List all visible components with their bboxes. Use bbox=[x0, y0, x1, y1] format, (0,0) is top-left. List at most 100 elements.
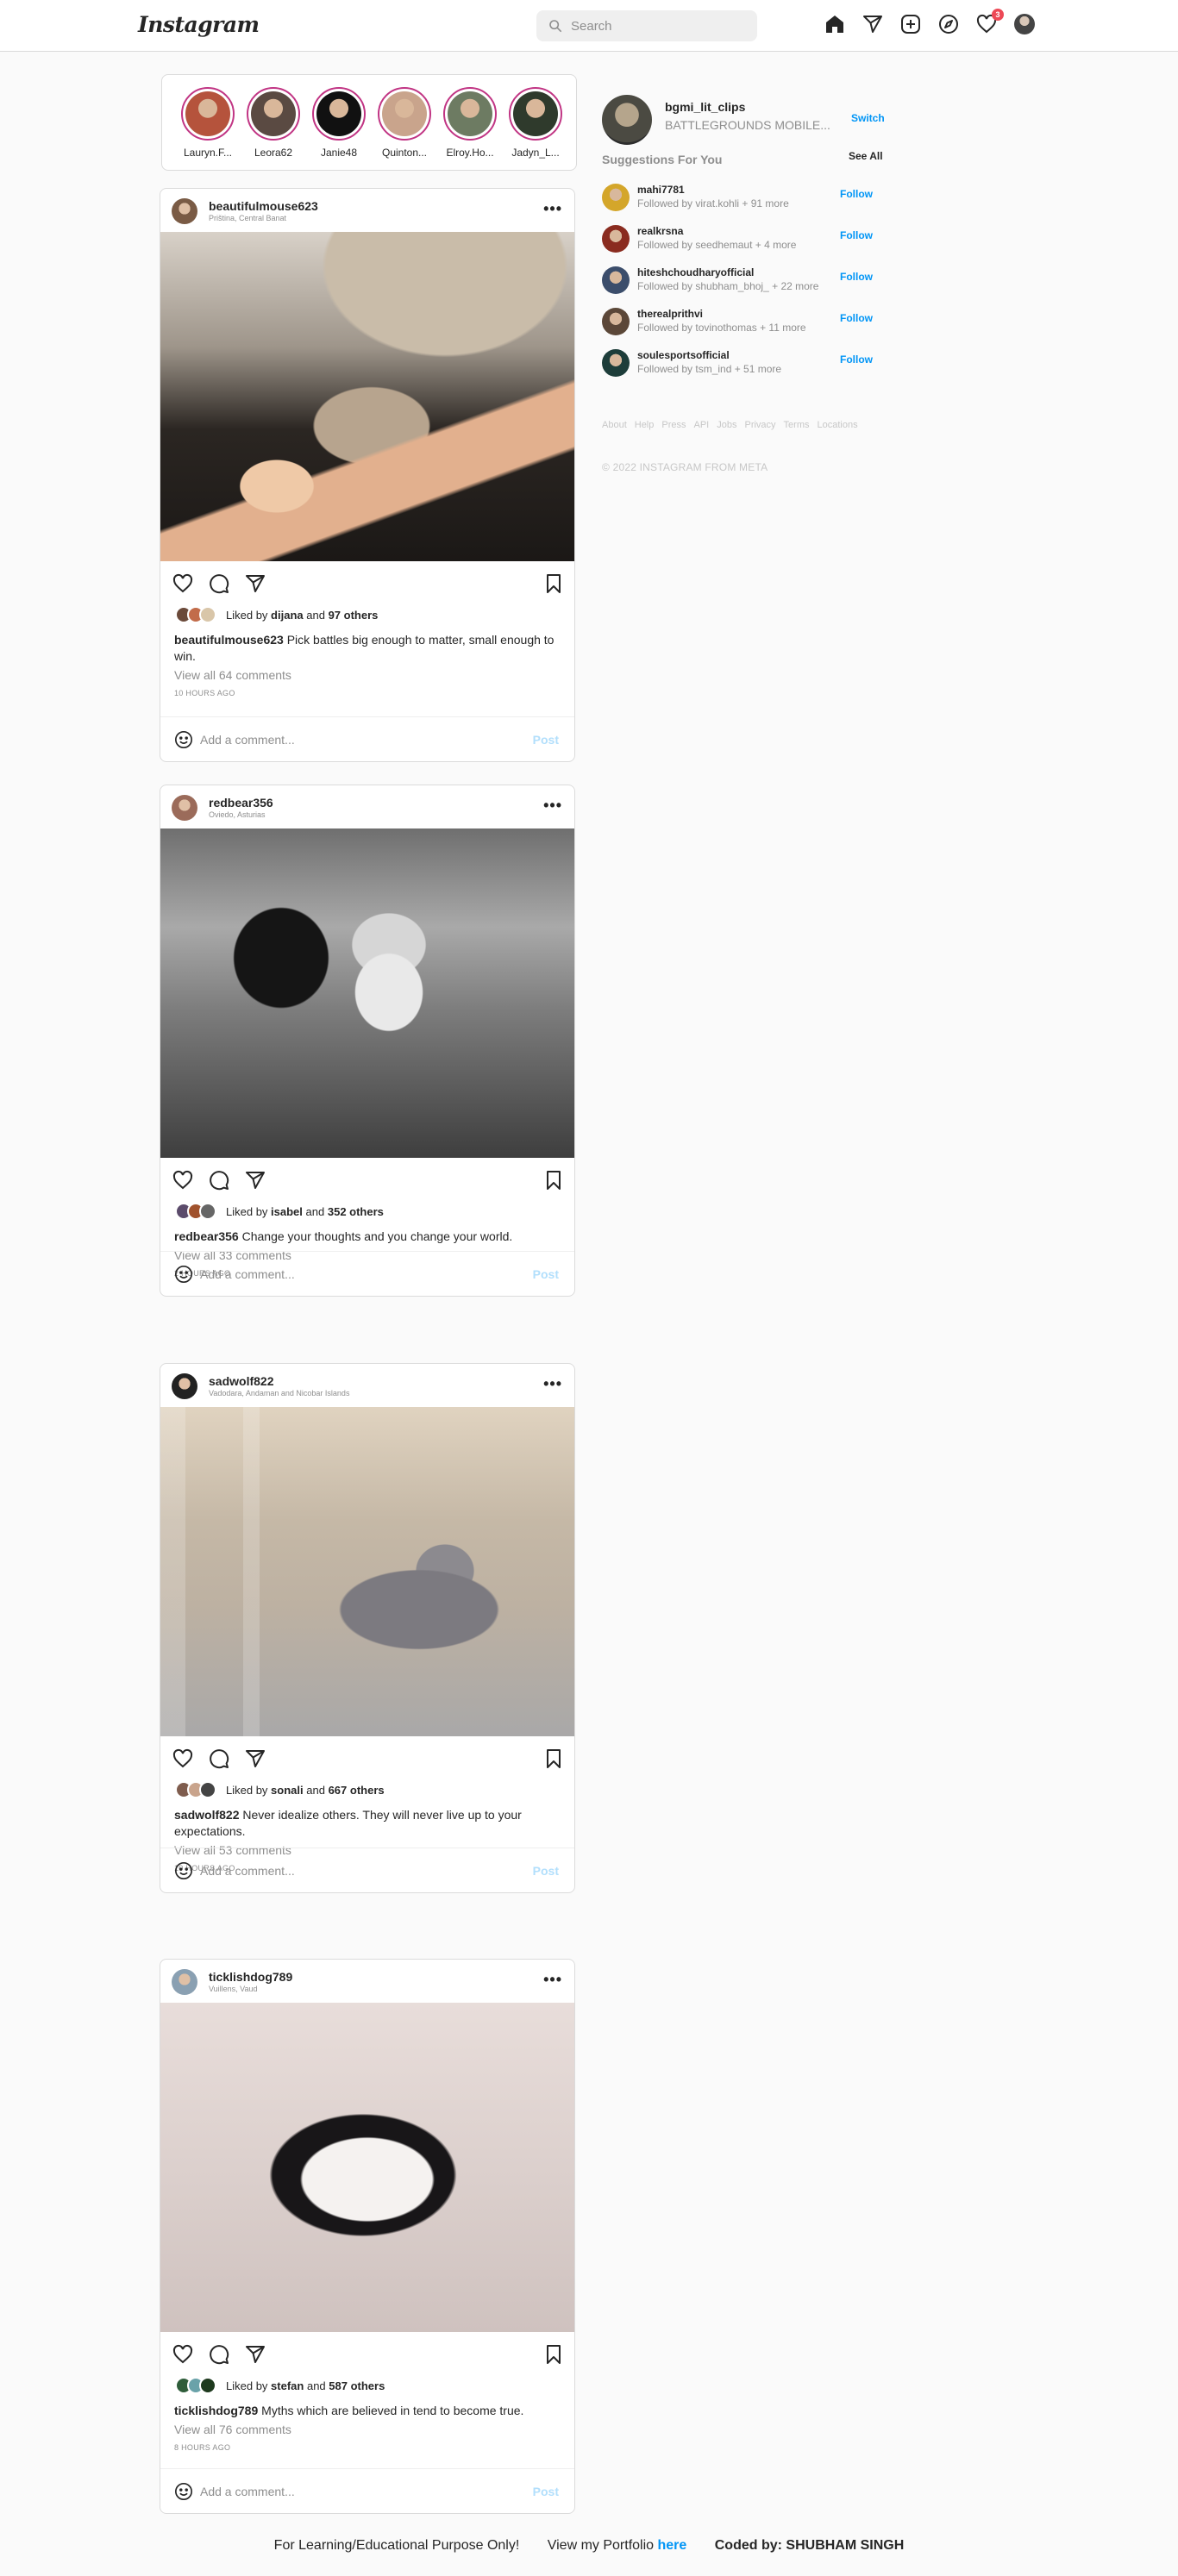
footer-link[interactable]: Locations bbox=[818, 420, 858, 430]
story-ring[interactable] bbox=[312, 87, 366, 141]
caption-username[interactable]: beautifulmouse623 bbox=[174, 633, 284, 647]
footer-link[interactable]: Press bbox=[661, 420, 686, 430]
likes-count[interactable]: 667 others bbox=[329, 1784, 385, 1797]
switch-account-button[interactable]: Switch bbox=[851, 112, 885, 124]
suggestion-avatar[interactable] bbox=[602, 184, 630, 211]
story-item[interactable]: Jadyn_L... bbox=[507, 87, 564, 170]
comment-icon[interactable] bbox=[209, 1170, 229, 1191]
suggestion-avatar[interactable] bbox=[602, 308, 630, 335]
heart-icon[interactable]: 3 bbox=[976, 9, 1004, 34]
heart-icon[interactable] bbox=[172, 1170, 193, 1191]
view-comments-link[interactable]: View all 76 comments bbox=[160, 2419, 574, 2436]
heart-icon[interactable] bbox=[172, 2344, 193, 2365]
post-username[interactable]: beautifulmouse623 bbox=[209, 199, 318, 213]
post-avatar[interactable] bbox=[172, 1373, 197, 1399]
liked-by-user[interactable]: stefan bbox=[271, 2379, 304, 2392]
more-options-icon[interactable]: ••• bbox=[543, 797, 562, 815]
story-item[interactable]: Elroy.Ho... bbox=[442, 87, 498, 170]
footer-link[interactable]: Privacy bbox=[744, 420, 775, 430]
follow-button[interactable]: Follow bbox=[840, 229, 873, 241]
comment-icon[interactable] bbox=[209, 2344, 229, 2365]
story-ring[interactable] bbox=[181, 87, 235, 141]
suggestion-username[interactable]: therealprithvi bbox=[637, 308, 703, 320]
post-avatar[interactable] bbox=[172, 198, 197, 224]
portfolio-link[interactable]: here bbox=[658, 2538, 687, 2553]
bookmark-icon[interactable] bbox=[543, 573, 564, 594]
comment-input[interactable] bbox=[200, 1860, 511, 1881]
liked-by-user[interactable]: dijana bbox=[271, 609, 304, 622]
post-image[interactable] bbox=[160, 1407, 574, 1736]
heart-icon[interactable] bbox=[172, 1748, 193, 1769]
comment-icon[interactable] bbox=[209, 573, 229, 594]
post-image[interactable] bbox=[160, 828, 574, 1158]
story-item[interactable]: Lauryn.F... bbox=[179, 87, 236, 170]
likes-count[interactable]: 352 others bbox=[328, 1205, 384, 1218]
likes-count[interactable]: 97 others bbox=[329, 609, 379, 622]
footer-link[interactable]: API bbox=[694, 420, 710, 430]
liked-by-user[interactable]: sonali bbox=[271, 1784, 304, 1797]
footer-link[interactable]: About bbox=[602, 420, 627, 430]
instagram-logo[interactable]: Instagram bbox=[138, 12, 260, 37]
follow-button[interactable]: Follow bbox=[840, 188, 873, 200]
emoji-icon[interactable] bbox=[174, 1861, 193, 1880]
post-username[interactable]: ticklishdog789 bbox=[209, 1970, 292, 1984]
emoji-icon[interactable] bbox=[174, 1265, 193, 1284]
home-icon[interactable] bbox=[824, 14, 845, 34]
story-item[interactable]: Leora62 bbox=[245, 87, 302, 170]
bookmark-icon[interactable] bbox=[543, 1748, 564, 1769]
suggestion-username[interactable]: soulesportsofficial bbox=[637, 349, 730, 361]
bookmark-icon[interactable] bbox=[543, 1170, 564, 1191]
comment-input[interactable] bbox=[200, 729, 511, 750]
post-image[interactable] bbox=[160, 2003, 574, 2332]
likes-text[interactable]: Liked by dijana and 97 others bbox=[226, 609, 378, 622]
post-avatar[interactable] bbox=[172, 1969, 197, 1995]
post-comment-button[interactable]: Post bbox=[533, 2485, 559, 2498]
suggestion-username[interactable]: hiteshchoudharyofficial bbox=[637, 266, 754, 278]
comment-input[interactable] bbox=[200, 2481, 511, 2502]
search-box[interactable] bbox=[536, 10, 757, 41]
post-comment-button[interactable]: Post bbox=[533, 1864, 559, 1878]
post-image[interactable] bbox=[160, 232, 574, 561]
likes-text[interactable]: Liked by stefan and 587 others bbox=[226, 2379, 385, 2392]
search-input[interactable] bbox=[571, 18, 743, 34]
post-username[interactable]: sadwolf822 bbox=[209, 1374, 273, 1388]
likes-text[interactable]: Liked by isabel and 352 others bbox=[226, 1205, 384, 1218]
heart-icon[interactable] bbox=[172, 573, 193, 594]
post-username[interactable]: redbear356 bbox=[209, 796, 273, 810]
post-location[interactable]: Vuillens, Vaud bbox=[209, 1985, 258, 1993]
more-options-icon[interactable]: ••• bbox=[543, 1375, 562, 1393]
story-ring[interactable] bbox=[509, 87, 562, 141]
footer-link[interactable]: Terms bbox=[784, 420, 810, 430]
emoji-icon[interactable] bbox=[174, 2482, 193, 2501]
compass-icon[interactable] bbox=[938, 14, 959, 34]
likes-count[interactable]: 587 others bbox=[329, 2379, 385, 2392]
post-avatar[interactable] bbox=[172, 795, 197, 821]
current-user-avatar[interactable] bbox=[602, 95, 652, 145]
suggestion-username[interactable]: mahi7781 bbox=[637, 184, 685, 196]
post-location[interactable]: Vadodara, Andaman and Nicobar Islands bbox=[209, 1389, 349, 1397]
paper-plane-icon[interactable] bbox=[862, 14, 883, 34]
suggestion-avatar[interactable] bbox=[602, 266, 630, 294]
bookmark-icon[interactable] bbox=[543, 2344, 564, 2365]
post-location[interactable]: Priština, Central Banat bbox=[209, 214, 286, 222]
more-options-icon[interactable]: ••• bbox=[543, 1971, 562, 1989]
follow-button[interactable]: Follow bbox=[840, 271, 873, 283]
caption-username[interactable]: redbear356 bbox=[174, 1229, 239, 1243]
comment-input[interactable] bbox=[200, 1264, 511, 1285]
current-user-name[interactable]: bgmi_lit_clips bbox=[665, 100, 745, 114]
liked-by-user[interactable]: isabel bbox=[271, 1205, 303, 1218]
story-item[interactable]: Janie48 bbox=[310, 87, 367, 170]
story-ring[interactable] bbox=[443, 87, 497, 141]
profile-avatar[interactable] bbox=[1014, 14, 1035, 34]
story-item[interactable]: Quinton... bbox=[376, 87, 433, 170]
suggestion-avatar[interactable] bbox=[602, 349, 630, 377]
post-location[interactable]: Oviedo, Asturias bbox=[209, 810, 266, 819]
view-comments-link[interactable]: View all 64 comments bbox=[160, 665, 574, 682]
post-comment-button[interactable]: Post bbox=[533, 733, 559, 747]
share-icon[interactable] bbox=[245, 573, 266, 594]
story-ring[interactable] bbox=[378, 87, 431, 141]
footer-link[interactable]: Help bbox=[635, 420, 655, 430]
caption-username[interactable]: ticklishdog789 bbox=[174, 2404, 258, 2417]
share-icon[interactable] bbox=[245, 2344, 266, 2365]
post-comment-button[interactable]: Post bbox=[533, 1267, 559, 1281]
